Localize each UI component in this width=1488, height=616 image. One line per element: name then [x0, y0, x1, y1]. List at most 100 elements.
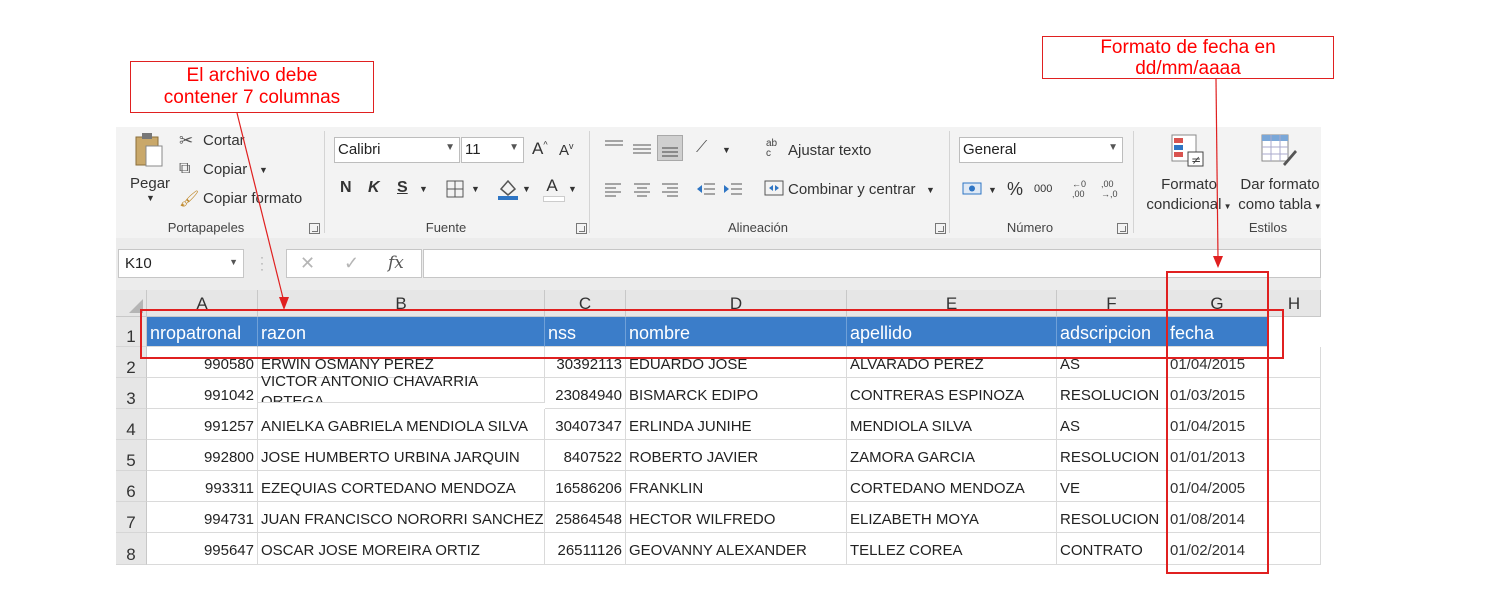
align-bottom-icon[interactable]: [657, 135, 683, 161]
paste-icon[interactable]: [134, 132, 164, 168]
name-box[interactable]: K10 ▼: [118, 249, 244, 278]
table-cell[interactable]: MENDIOLA SILVA: [847, 409, 1057, 440]
wrap-text-button[interactable]: Ajustar texto: [788, 142, 871, 159]
table-cell[interactable]: BISMARCK EDIPO: [626, 378, 847, 409]
align-right-icon[interactable]: [661, 181, 679, 202]
number-format-select[interactable]: General ▼: [959, 137, 1123, 163]
table-cell[interactable]: GEOVANNY ALEXANDER: [626, 533, 847, 565]
table-cell[interactable]: VICTOR ANTONIO CHAVARRIA ORTEGA: [258, 372, 545, 403]
orientation-icon[interactable]: ⟋: [696, 139, 707, 157]
table-cell[interactable]: [1268, 533, 1321, 565]
borders-dropdown-icon[interactable]: ▼: [471, 184, 480, 194]
table-cell[interactable]: 991042: [147, 378, 258, 409]
table-cell[interactable]: RESOLUCION: [1057, 502, 1167, 533]
row-header-8[interactable]: 8: [116, 533, 147, 565]
table-cell[interactable]: ROBERTO JAVIER: [626, 440, 847, 471]
grow-font-button[interactable]: A^: [532, 139, 548, 159]
table-cell[interactable]: OSCAR JOSE MOREIRA ORTIZ: [258, 533, 545, 565]
font-size-select[interactable]: 11 ▼: [461, 137, 524, 163]
fill-color-icon[interactable]: [497, 177, 519, 206]
table-cell[interactable]: [1268, 440, 1321, 471]
table-cell[interactable]: [1268, 471, 1321, 502]
increase-decimal-icon[interactable]: ←0,00: [1072, 179, 1086, 199]
fill-color-dropdown-icon[interactable]: ▼: [522, 184, 531, 194]
table-cell[interactable]: 16586206: [545, 471, 626, 502]
format-as-table-button[interactable]: Dar formato como tabla ▼: [1234, 175, 1326, 217]
orientation-dropdown-icon[interactable]: ▼: [722, 145, 731, 155]
row-header-7[interactable]: 7: [116, 502, 147, 533]
table-cell[interactable]: CONTRERAS ESPINOZA: [847, 378, 1057, 409]
currency-dropdown-icon[interactable]: ▼: [988, 185, 997, 195]
cut-button[interactable]: Cortar: [203, 132, 245, 149]
borders-icon[interactable]: [446, 180, 464, 203]
table-cell[interactable]: JOSE HUMBERTO URBINA JARQUIN: [258, 440, 545, 471]
increase-indent-icon[interactable]: [723, 181, 743, 202]
portapapeles-launcher-icon[interactable]: [309, 223, 320, 234]
align-left-icon[interactable]: [604, 181, 622, 202]
align-middle-icon[interactable]: [632, 139, 652, 162]
confirm-icon[interactable]: ✓: [344, 253, 359, 274]
row-header-6[interactable]: 6: [116, 471, 147, 502]
table-cell[interactable]: VE: [1057, 471, 1167, 502]
conditional-format-button[interactable]: Formato condicional ▼: [1144, 175, 1234, 217]
table-cell[interactable]: 993311: [147, 471, 258, 502]
paste-button[interactable]: Pegar: [130, 175, 170, 192]
align-center-icon[interactable]: [633, 181, 651, 202]
table-cell[interactable]: FRANKLIN: [626, 471, 847, 502]
table-cell[interactable]: CORTEDANO MENDOZA: [847, 471, 1057, 502]
table-cell[interactable]: 26511126: [545, 533, 626, 565]
table-cell[interactable]: ANIELKA GABRIELA MENDIOLA SILVA: [258, 409, 545, 440]
font-color-dropdown-icon[interactable]: ▼: [568, 184, 577, 194]
table-cell[interactable]: RESOLUCION: [1057, 378, 1167, 409]
row-header-5[interactable]: 5: [116, 440, 147, 471]
underline-dropdown-icon[interactable]: ▼: [419, 184, 428, 194]
chevron-down-icon[interactable]: ▼: [229, 257, 238, 267]
table-cell[interactable]: AS: [1057, 409, 1167, 440]
copy-button[interactable]: Copiar: [203, 161, 247, 178]
table-cell[interactable]: 30407347: [545, 409, 626, 440]
table-cell[interactable]: [1268, 502, 1321, 533]
table-cell[interactable]: JUAN FRANCISCO NORORRI SANCHEZ: [258, 502, 545, 533]
merge-dropdown-icon[interactable]: ▼: [926, 185, 935, 195]
underline-button[interactable]: S: [397, 179, 408, 197]
percent-button[interactable]: %: [1007, 179, 1023, 200]
table-cell[interactable]: [1268, 378, 1321, 409]
font-name-select[interactable]: Calibri ▼: [334, 137, 460, 163]
table-cell[interactable]: 992800: [147, 440, 258, 471]
fuente-launcher-icon[interactable]: [576, 223, 587, 234]
row-header-3[interactable]: 3: [116, 378, 147, 409]
table-cell[interactable]: 23084940: [545, 378, 626, 409]
table-cell[interactable]: 995647: [147, 533, 258, 565]
bold-button[interactable]: N: [340, 179, 352, 197]
italic-button[interactable]: K: [368, 179, 380, 197]
table-cell[interactable]: 25864548: [545, 502, 626, 533]
table-cell[interactable]: HECTOR WILFREDO: [626, 502, 847, 533]
table-cell[interactable]: EZEQUIAS CORTEDANO MENDOZA: [258, 471, 545, 502]
decrease-decimal-icon[interactable]: ,00 →,0: [1101, 179, 1118, 199]
thousands-button[interactable]: 000: [1034, 183, 1052, 195]
paste-dropdown-icon[interactable]: ▼: [146, 193, 155, 203]
font-color-icon[interactable]: A: [543, 176, 565, 202]
shrink-font-button[interactable]: Av: [559, 141, 574, 159]
table-cell[interactable]: TELLEZ COREA: [847, 533, 1057, 565]
table-cell[interactable]: ELIZABETH MOYA: [847, 502, 1057, 533]
table-cell[interactable]: ERLINDA JUNIHE: [626, 409, 847, 440]
table-cell[interactable]: CONTRATO: [1057, 533, 1167, 565]
decrease-indent-icon[interactable]: [696, 181, 716, 202]
table-cell[interactable]: 991257: [147, 409, 258, 440]
table-cell[interactable]: 994731: [147, 502, 258, 533]
align-top-icon[interactable]: [604, 139, 624, 158]
numero-launcher-icon[interactable]: [1117, 223, 1128, 234]
table-cell[interactable]: 8407522: [545, 440, 626, 471]
table-cell[interactable]: RESOLUCION: [1057, 440, 1167, 471]
table-cell[interactable]: [1268, 409, 1321, 440]
merge-center-button[interactable]: Combinar y centrar: [788, 181, 916, 198]
copy-dropdown-icon[interactable]: ▼: [259, 165, 268, 175]
row-header-4[interactable]: 4: [116, 409, 147, 440]
table-cell[interactable]: ZAMORA GARCIA: [847, 440, 1057, 471]
alineacion-launcher-icon[interactable]: [935, 223, 946, 234]
format-painter-button[interactable]: Copiar formato: [203, 190, 302, 207]
insert-function-icon[interactable]: fx: [388, 253, 404, 273]
currency-icon[interactable]: [962, 180, 984, 203]
cancel-icon[interactable]: ✕: [300, 253, 315, 274]
